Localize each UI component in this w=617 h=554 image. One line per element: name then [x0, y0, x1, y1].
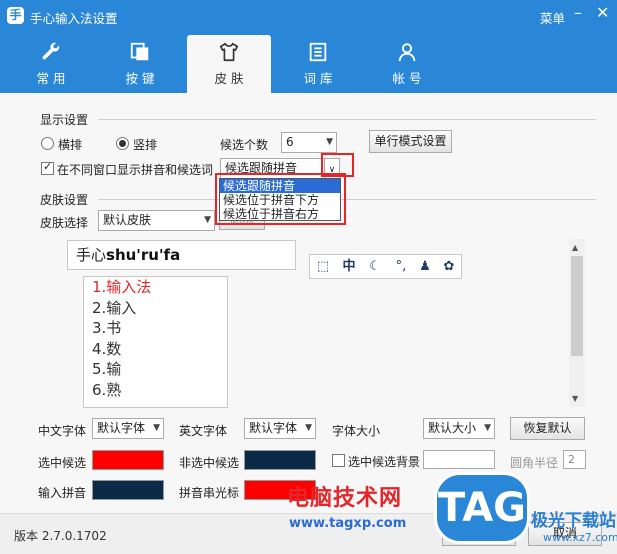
display-section-title: 显示设置 — [40, 113, 89, 127]
watermark-download-name: 极光下载站 — [531, 511, 616, 531]
tab-bar: 常用 按键 皮肤 词库 帐号 — [0, 32, 617, 93]
settings-panel: 显示设置 横排 竖排 候选个数 6▼ 单行模式设置 在不同窗口显示拼音和候选词 … — [0, 93, 617, 513]
candidate-item: 6.熟 — [92, 380, 122, 399]
font-size-select[interactable]: 默认大小 ▼ — [423, 418, 495, 439]
selected-bg-label: 选中候选背景 — [348, 455, 421, 469]
input-pinyin-label: 输入拼音 — [38, 486, 87, 500]
tab-general[interactable]: 常用 — [9, 35, 93, 93]
cn-font-select[interactable]: 默认字体 ▼ — [92, 418, 164, 439]
vertical-label: 竖排 — [133, 138, 158, 152]
skin-section-title: 皮肤设置 — [40, 193, 89, 207]
unselected-candidate-label: 非选中候选 — [179, 456, 240, 470]
en-font-value: 默认字体 — [249, 421, 298, 435]
single-line-mode-button[interactable]: 单行模式设置 — [369, 130, 452, 153]
window-title: 手心输入法设置 — [30, 11, 118, 26]
punctuation-icon: °, — [395, 259, 407, 274]
tab-label: 词库 — [303, 71, 337, 86]
tab-label: 按键 — [125, 71, 159, 86]
candidate-item: 5.输 — [92, 360, 122, 378]
selected-bg-checkbox[interactable] — [332, 454, 345, 467]
en-font-label: 英文字体 — [179, 424, 228, 438]
font-size-value: 默认大小 — [428, 421, 477, 435]
title-bar: 手 手心输入法设置 菜单 – ✕ — [0, 0, 617, 32]
preview-pinyin: shu'ru'fa — [106, 246, 181, 264]
user-icon — [398, 43, 416, 62]
candidate-item: 4.数 — [92, 339, 122, 358]
chevron-down-icon: ▼ — [484, 423, 491, 433]
vertical-radio[interactable] — [116, 137, 129, 150]
restore-default-button[interactable]: 恢复默认 — [510, 417, 585, 440]
candidate-item: 2.输入 — [92, 298, 137, 317]
watermark-site-url: www.tagxp.com — [289, 516, 407, 531]
switch-icon: ⬚ — [316, 259, 330, 274]
tab-keys[interactable]: 按键 — [98, 35, 182, 93]
tab-label: 常用 — [36, 71, 70, 86]
app-logo-icon: 手 — [7, 7, 24, 24]
user-icon: ♟ — [419, 259, 431, 274]
candidate-item: 1.输入法 — [92, 278, 152, 296]
ime-toolbar-preview: ⬚ 中 ☾ °, ♟ ✿ — [309, 254, 462, 279]
en-font-select[interactable]: 默认字体 ▼ — [244, 418, 316, 439]
gear-icon: ✿ — [443, 259, 455, 274]
tab-skin[interactable]: 皮肤 — [187, 35, 271, 93]
corner-radius-input[interactable]: 2 — [563, 450, 586, 469]
key-icon — [130, 42, 149, 61]
show-pinyin-checkbox[interactable] — [41, 160, 54, 175]
moon-icon: ☾ — [369, 259, 381, 274]
tab-account[interactable]: 帐号 — [365, 35, 449, 93]
tab-label: 皮肤 — [214, 71, 248, 86]
preview-input: 手心shu'ru'fa — [67, 240, 296, 270]
watermark-tag-logo: TAG — [434, 472, 530, 544]
skin-select[interactable]: 默认皮肤 ▼ — [98, 210, 215, 231]
cn-font-label: 中文字体 — [38, 424, 87, 438]
chevron-down-icon: ▼ — [326, 137, 333, 147]
candidate-count-label: 候选个数 — [220, 138, 269, 152]
section-divider — [98, 199, 596, 200]
version-label: 版本 2.7.0.1702 — [14, 529, 107, 543]
cn-font-value: 默认字体 — [97, 421, 146, 435]
close-icon[interactable]: ✕ — [596, 3, 609, 22]
chinese-mode-icon: 中 — [342, 259, 356, 274]
horizontal-label: 横排 — [58, 138, 83, 152]
menu-button[interactable]: 菜单 — [540, 8, 565, 27]
selected-candidate-label: 选中候选 — [38, 456, 87, 470]
preview-prefix: 手心 — [76, 246, 107, 264]
corner-radius-label: 圆角半径 — [510, 456, 559, 470]
watermark-site-name: 电脑技术网 — [287, 486, 403, 511]
pinyin-cursor-label: 拼音串光标 — [179, 486, 240, 500]
show-pinyin-label: 在不同窗口显示拼音和候选词 — [57, 163, 214, 177]
candidate-count-select[interactable]: 6 ▼ — [281, 132, 337, 153]
candidate-item: 3.书 — [92, 319, 122, 337]
scrollbar-thumb[interactable] — [571, 256, 583, 356]
highlight-box — [215, 173, 346, 225]
scroll-down-icon[interactable]: ▼ — [572, 394, 578, 403]
unselected-candidate-color-swatch[interactable] — [244, 450, 316, 470]
selected-bg-color-field[interactable] — [423, 450, 495, 469]
chevron-down-icon: ▼ — [153, 423, 160, 433]
book-icon — [309, 42, 327, 62]
skin-choose-label: 皮肤选择 — [40, 216, 89, 230]
chevron-down-icon: ▼ — [305, 423, 312, 433]
watermark-download-url: www.xz7.com — [543, 531, 617, 544]
tab-dictionary[interactable]: 词库 — [276, 35, 360, 93]
shirt-icon — [219, 42, 239, 62]
candidate-list-preview: 1.输入法 2.输入 3.书 4.数 5.输 6.熟 — [83, 276, 228, 408]
minimize-icon[interactable]: – — [574, 3, 582, 22]
section-divider — [98, 119, 596, 120]
tab-label: 帐号 — [392, 71, 426, 86]
chevron-down-icon: ▼ — [204, 215, 211, 225]
wrench-icon — [42, 42, 60, 60]
font-size-label: 字体大小 — [332, 424, 381, 438]
scroll-up-icon[interactable]: ▲ — [572, 243, 578, 252]
input-pinyin-color-swatch[interactable] — [92, 480, 164, 500]
horizontal-radio[interactable] — [41, 137, 54, 150]
candidate-count-value: 6 — [286, 135, 294, 149]
skin-select-value: 默认皮肤 — [103, 213, 152, 227]
selected-candidate-color-swatch[interactable] — [92, 450, 164, 470]
